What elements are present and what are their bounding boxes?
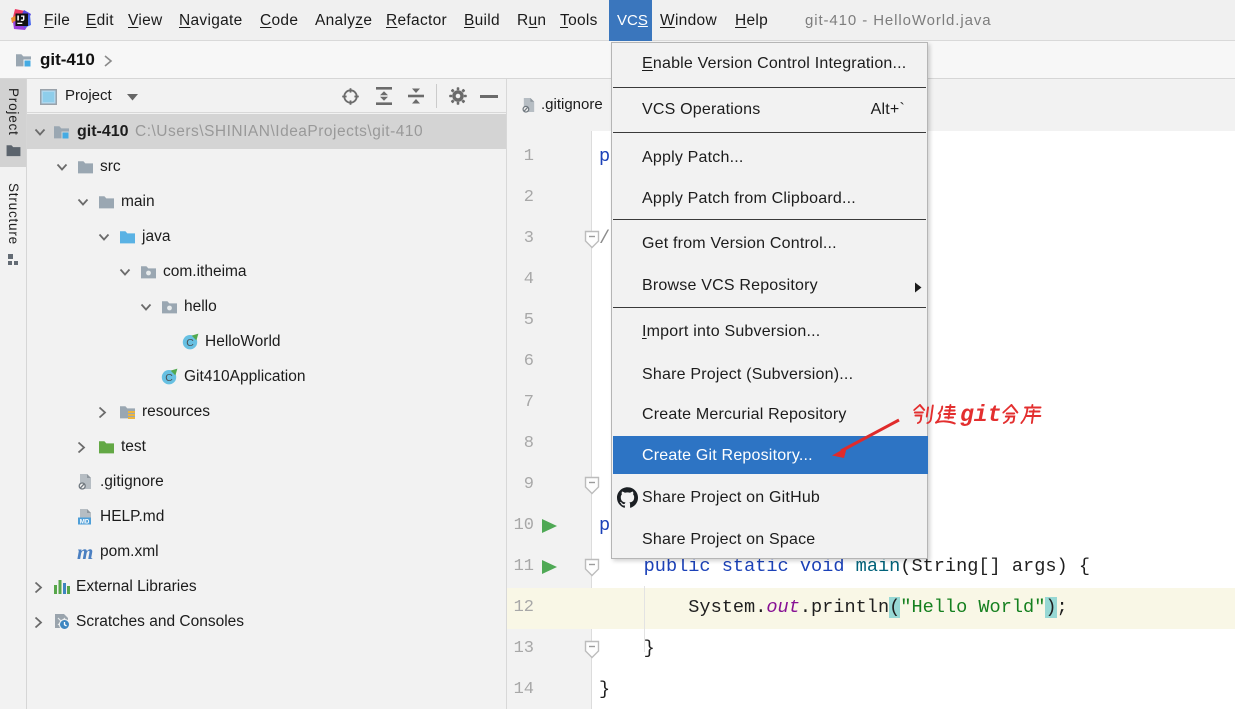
svg-text:C: C: [165, 372, 173, 384]
svg-text:MD: MD: [80, 518, 90, 525]
svg-text:git: git: [960, 402, 1001, 428]
svg-text:C: C: [186, 337, 194, 349]
